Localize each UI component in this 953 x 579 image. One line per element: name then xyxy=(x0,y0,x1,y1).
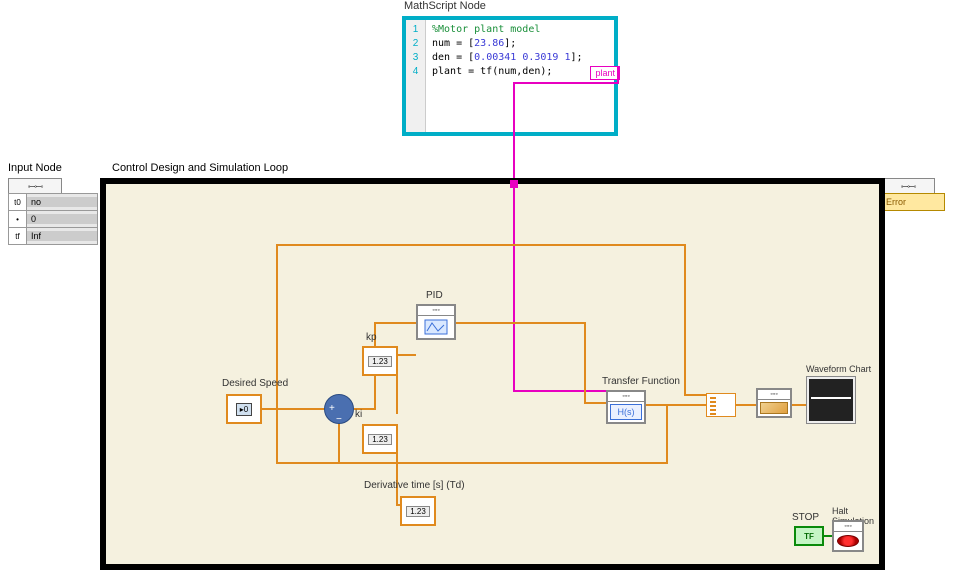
output-node-header: ◦─◦─◦ xyxy=(881,178,935,194)
code-comment: %Motor plant model xyxy=(432,24,540,35)
line-numbers: 1 2 3 4 xyxy=(406,20,426,132)
wire xyxy=(262,408,324,410)
input-row-tf[interactable]: tf Inf xyxy=(8,227,98,245)
wire-plant xyxy=(513,390,606,392)
wire-plant xyxy=(513,184,515,392)
signal-collector[interactable] xyxy=(706,393,736,417)
numeric-icon: 1.23 xyxy=(368,434,392,445)
td-label: Derivative time [s] (Td) xyxy=(364,480,465,491)
simulation-loop[interactable]: Desired Speed ▸0 kp 1.23 ki 1.23 Derivat… xyxy=(100,178,885,570)
simulation-loop-label: Control Design and Simulation Loop xyxy=(112,162,288,174)
wire xyxy=(276,244,686,246)
kp-label: kp xyxy=(366,332,377,343)
halt-simulation-vi[interactable]: ◦◦◦ xyxy=(832,520,864,552)
vi-header-icon: ◦◦◦ xyxy=(758,390,790,400)
vi-header-icon: ◦◦◦ xyxy=(834,522,862,532)
clock-icon: t0 xyxy=(9,194,27,210)
vi-header-icon: ◦◦◦ xyxy=(418,306,454,316)
wire xyxy=(666,404,668,464)
transfer-function-vi[interactable]: ◦◦◦ H(s) xyxy=(606,390,646,424)
code-number: 0.00341 0.3019 1 xyxy=(474,52,570,63)
waveform-chart-label: Waveform Chart xyxy=(806,364,871,374)
chart-screen-icon xyxy=(809,379,853,421)
code-text: ]; xyxy=(570,52,582,63)
numeric-icon: 1.23 xyxy=(406,506,430,517)
input-value: Inf xyxy=(27,231,97,241)
pid-vi[interactable]: ◦◦◦ xyxy=(416,304,456,340)
pid-icon xyxy=(418,316,454,338)
waveform-chart-indicator[interactable] xyxy=(806,376,856,424)
graph-icon xyxy=(760,402,788,414)
halt-button-icon xyxy=(837,535,859,547)
wire-plant xyxy=(513,82,619,84)
output-error-row[interactable]: Error xyxy=(881,193,945,211)
summing-junction[interactable] xyxy=(324,394,354,424)
code-text: plant = tf(num,den); xyxy=(432,66,552,77)
code-text: num = [ xyxy=(432,38,474,49)
dot-icon: • xyxy=(9,211,27,227)
wire xyxy=(824,535,832,537)
input-node[interactable]: ◦─◦─◦ t0 no • 0 tf Inf xyxy=(8,178,98,245)
desired-speed-control[interactable]: ▸0 xyxy=(226,394,262,424)
build-waveform-vi[interactable]: ◦◦◦ xyxy=(756,388,792,418)
wire xyxy=(584,322,586,404)
code-text: ]; xyxy=(504,38,516,49)
wire-plant xyxy=(513,82,515,178)
line-num: 2 xyxy=(408,37,423,51)
stop-button-terminal[interactable]: TF xyxy=(794,526,824,546)
wire xyxy=(338,422,340,464)
wire xyxy=(584,402,606,404)
wire xyxy=(276,462,668,464)
wire xyxy=(456,322,586,324)
pid-label: PID xyxy=(426,290,443,301)
desired-speed-label: Desired Speed xyxy=(222,378,288,389)
input-value: 0 xyxy=(27,214,97,224)
input-node-header: ◦─◦─◦ xyxy=(8,178,62,194)
wire xyxy=(684,394,706,396)
code-area[interactable]: %Motor plant model num = [23.86]; den = … xyxy=(426,20,614,132)
wire xyxy=(374,322,416,324)
ki-label: ki xyxy=(355,409,362,420)
transfer-function-icon: H(s) xyxy=(610,404,642,420)
wire xyxy=(276,244,278,464)
line-num: 3 xyxy=(408,51,423,65)
stop-label: STOP xyxy=(792,512,819,523)
input-row-step[interactable]: • 0 xyxy=(8,210,98,228)
code-text: den = [ xyxy=(432,52,474,63)
code-number: 23.86 xyxy=(474,38,504,49)
line-num: 4 xyxy=(408,65,423,79)
mathscript-node[interactable]: 1 2 3 4 %Motor plant model num = [23.86]… xyxy=(402,16,618,136)
td-control[interactable]: 1.23 xyxy=(400,496,436,526)
ki-control[interactable]: 1.23 xyxy=(362,424,398,454)
mathscript-output-terminal[interactable]: plant xyxy=(590,66,620,80)
numeric-icon: 1.23 xyxy=(368,356,392,367)
input-row-t0[interactable]: t0 no xyxy=(8,193,98,211)
wire xyxy=(396,354,416,356)
line-num: 1 xyxy=(408,23,423,37)
mathscript-title: MathScript Node xyxy=(404,0,486,12)
input-value: no xyxy=(27,197,97,207)
numeric-icon: ▸0 xyxy=(236,403,252,416)
clock-end-icon: tf xyxy=(9,228,27,244)
transfer-function-label: Transfer Function xyxy=(602,376,680,387)
vi-header-icon: ◦◦◦ xyxy=(608,392,644,402)
kp-control[interactable]: 1.23 xyxy=(362,346,398,376)
input-node-label: Input Node xyxy=(8,162,62,174)
output-node[interactable]: ◦─◦─◦ Error xyxy=(881,178,945,211)
wire xyxy=(684,244,686,396)
